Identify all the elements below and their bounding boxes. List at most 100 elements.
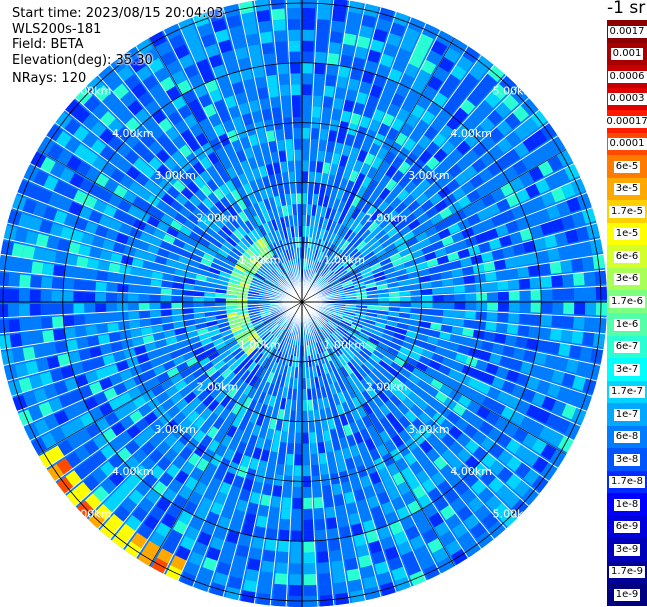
range-gate-cell — [40, 290, 52, 302]
range-gate-cell — [302, 105, 311, 118]
range-gate-cell — [62, 315, 75, 328]
range-gate-cell — [257, 20, 272, 34]
colorbar-tick-label: 1e-5 — [613, 228, 641, 241]
range-gate-cell — [399, 302, 411, 307]
range-gate-cell — [536, 339, 550, 353]
range-gate-cell — [571, 330, 584, 345]
range-gate-cell — [312, 95, 323, 107]
range-gate-cell — [290, 541, 302, 553]
range-gate-cell — [106, 282, 118, 293]
range-gate-cell — [95, 303, 107, 313]
range-gate-cell — [30, 317, 43, 331]
range-gate-cell — [42, 262, 55, 276]
colorbar-tick-label: 1e-8 — [613, 498, 641, 511]
colorbar: 0.0017 0.001 0.0006 0.0003 0.00017 0.0001 6e-5… — [604, 20, 647, 607]
range-gate-cell — [329, 31, 343, 44]
range-ring-label: 5.00km — [493, 507, 535, 520]
range-gate-cell — [314, 51, 327, 64]
colorbar-tick-label: 1.7e-6 — [608, 295, 646, 308]
range-gate-cell — [297, 389, 302, 401]
range-gate-cell — [293, 486, 302, 499]
range-gate-cell — [310, 127, 319, 140]
range-gate-cell — [292, 497, 302, 509]
range-gate-cell — [341, 43, 355, 57]
range-gate-cell — [43, 249, 57, 263]
range-ring-label: 2.00km — [197, 381, 239, 394]
range-gate-cell — [342, 33, 357, 46]
range-gate-cell — [547, 341, 561, 355]
colorbar-tick-label: 1.7e-7 — [608, 386, 646, 399]
range-gate-cell — [138, 303, 150, 311]
range-gate-cell — [20, 332, 34, 347]
range-gate-cell — [287, 29, 301, 41]
range-gate-cell — [296, 410, 302, 422]
range-gate-cell — [85, 269, 98, 281]
range-gate-cell — [549, 328, 562, 342]
range-gate-cell — [303, 454, 311, 466]
range-gate-cell — [277, 540, 290, 553]
range-gate-cell — [278, 73, 290, 86]
range-gate-cell — [562, 315, 574, 329]
range-gate-cell — [282, 486, 293, 498]
range-gate-cell — [281, 497, 292, 509]
range-gate-cell — [291, 530, 302, 542]
range-gate-cell — [315, 30, 329, 42]
range-gate-cell — [22, 245, 36, 260]
range-gate-cell — [432, 302, 444, 309]
range-gate-cell — [302, 62, 313, 74]
range-gate-cell — [273, 30, 287, 43]
range-gate-cell — [519, 302, 531, 313]
range-gate-cell — [302, 40, 314, 52]
range-gate-cell — [291, 95, 301, 107]
range-ring-label: 4.00km — [112, 465, 154, 478]
range-gate-cell — [138, 294, 150, 302]
colorbar-swatch: 6e-9 — [607, 515, 647, 539]
range-gate-cell — [302, 29, 315, 41]
range-gate-cell — [541, 288, 553, 301]
range-gate-cell — [272, 485, 283, 497]
range-gate-cell — [328, 42, 342, 55]
range-gate-cell — [279, 84, 290, 97]
range-gate-cell — [8, 318, 21, 333]
range-gate-cell — [127, 285, 140, 294]
range-gate-cell — [561, 273, 574, 287]
range-gate-cell — [432, 308, 444, 316]
range-gate-cell — [486, 302, 499, 311]
range-gate-cell — [42, 330, 55, 343]
range-ring-label: 4.00km — [450, 127, 492, 140]
range-gate-cell — [249, 547, 263, 561]
range-gate-cell — [9, 333, 23, 349]
range-gate-cell — [302, 7, 316, 20]
range-gate-cell — [312, 84, 324, 97]
range-gate-cell — [289, 62, 301, 74]
range-gate-cell — [149, 287, 162, 295]
range-gate-cell — [303, 530, 315, 542]
range-gate-cell — [289, 421, 296, 433]
range-gate-cell — [289, 563, 302, 575]
colorbar-tick-label: 3e-6 — [613, 273, 641, 286]
range-gate-cell — [302, 160, 309, 172]
range-gate-cell — [517, 324, 530, 337]
range-gate-cell — [54, 251, 68, 265]
range-ring-label: 1.00km — [323, 254, 365, 267]
range-gate-cell — [530, 302, 542, 313]
range-gate-cell — [73, 291, 85, 302]
range-gate-cell — [529, 313, 542, 326]
range-gate-cell — [40, 276, 53, 289]
range-gate-cell — [286, 0, 300, 9]
range-gate-cell — [313, 486, 323, 498]
range-gate-cell — [465, 292, 477, 301]
range-gate-cell — [127, 294, 139, 302]
colorbar-swatch: 1.7e-7 — [607, 380, 647, 404]
colorbar-tick-label: 0.00017 — [604, 115, 647, 128]
range-gate-cell — [317, 561, 331, 574]
range-gate-cell — [294, 454, 302, 466]
colorbar-swatch: 1e-8 — [607, 493, 647, 517]
colorbar-swatch: 0.0003 — [607, 87, 647, 111]
range-gate-cell — [259, 31, 273, 44]
range-gate-cell — [302, 0, 316, 9]
range-gate-cell — [443, 294, 455, 301]
range-ring-label: 1.00km — [239, 254, 281, 267]
colorbar-tick-label: 1.7e-8 — [608, 476, 646, 489]
range-gate-cell — [579, 346, 593, 362]
